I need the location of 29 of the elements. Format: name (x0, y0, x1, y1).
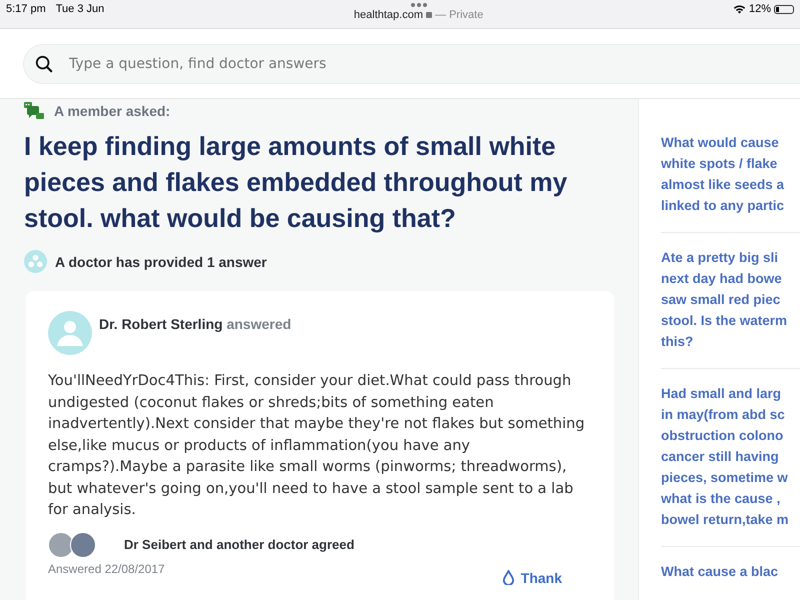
answer-date: Answered 22/08/2017 (48, 562, 165, 576)
battery-icon (774, 4, 794, 14)
question-title: I keep finding large amounts of small white pieces and flakes embedded throughout my stool. what would be causing that? (24, 130, 568, 235)
url-text[interactable]: healthtap.com (354, 9, 424, 21)
doctor-name-line: Dr. Robert Sterling answered (99, 315, 292, 332)
doctor-photo (70, 532, 96, 558)
chat-bubbles-icon (24, 102, 44, 120)
drop-icon (502, 570, 515, 585)
thank-button[interactable]: Thank (498, 562, 566, 586)
status-time: 5:17 pm (6, 3, 46, 15)
wifi-icon (732, 4, 746, 14)
more-dots-icon[interactable] (410, 3, 427, 7)
search-field[interactable]: Type a question, find doctor answers (23, 44, 800, 84)
related-question-link[interactable]: What would cause white spots / flake almost like seeds a linked to any partic (661, 132, 800, 216)
private-label: — Private (435, 9, 484, 21)
related-question-link[interactable]: Ate a pretty big sli next day had bowe saw small red piec stool. Is the waterm this? (661, 247, 800, 352)
doctors-icon (24, 250, 47, 273)
related-question-link[interactable]: What cause a blac (661, 561, 800, 582)
status-date: Tue 3 Jun (56, 3, 104, 15)
lock-icon (426, 12, 432, 18)
answers-summary: A doctor has provided 1 answer (55, 254, 267, 270)
related-question-link[interactable]: Had small and larg in may(from abd sc obstruction colono cancer still having pieces, sometime w what is the cause , bowel return,take m (661, 383, 800, 530)
search-icon (35, 54, 53, 72)
answer-text: You'llNeedYrDoc4This: First, consider your diet.What could pass through undigested (coconut flakes or shreds;bits of something eaten inadvertently).Next consider that maybe they're not flakes but something else,like mucus or products of inflammation(you have any cramps?).Maybe a parasite like small worms (pinworms; threadworms), but whatever's going on,you'll need to have a stool sample sent to a lab for analysis. (48, 372, 586, 520)
agreed-text: Dr Seibert and another doctor agreed (124, 537, 354, 552)
doctor-avatar-icon (48, 311, 92, 355)
doctor-photo (48, 532, 74, 558)
asked-label: A member asked: (54, 103, 170, 119)
battery-percent: 12% (748, 3, 771, 15)
